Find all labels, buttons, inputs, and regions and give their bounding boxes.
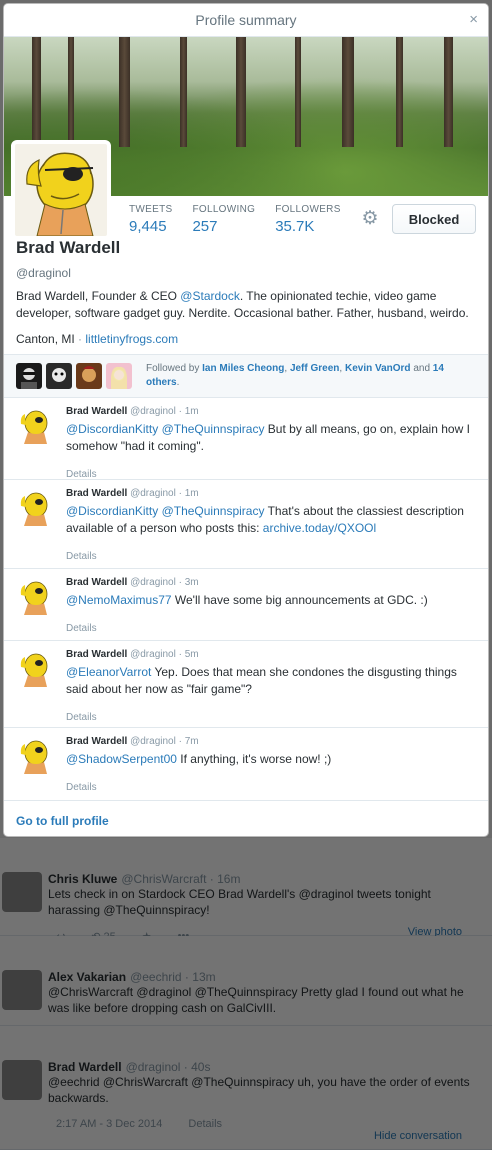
follower-link[interactable]: Jeff Green [290, 363, 339, 374]
stat-following[interactable]: FOLLOWING 257 [192, 204, 256, 235]
profile-summary-modal: Profile summary × TWEETS 9,445 FOLLOWING… [3, 3, 489, 837]
tweet-details-link[interactable]: Details [66, 623, 476, 634]
blocked-button[interactable]: Blocked [392, 204, 476, 234]
modal-header: Profile summary × [4, 4, 488, 37]
mention-link[interactable]: @EleanorVarrot [66, 665, 151, 679]
archive-link[interactable]: archive.today/QXOOl [263, 521, 376, 535]
tweet-list: Brad Wardell @draginol · 1m @DiscordianK… [4, 398, 488, 801]
tweet-details-link[interactable]: Details [66, 782, 476, 793]
stat-label: TWEETS [129, 204, 173, 215]
tweet-text: Lets check in on Stardock CEO Brad Warde… [48, 887, 431, 917]
tweet-details-link[interactable]: Details [66, 712, 476, 723]
profile-meta: Canton, MI · littletinyfrogs.com [16, 332, 179, 346]
mention-link[interactable]: @TheQuinnspiracy [162, 504, 265, 518]
profile-avatar-image [15, 144, 107, 236]
tweet-text: @EleanorVarrot Yep. Does that mean she c… [66, 665, 457, 696]
tweet-header: Brad Wardell @draginol · 5m [66, 649, 199, 660]
tweet-details-link[interactable]: Details [66, 551, 476, 562]
stat-label: FOLLOWING [192, 204, 256, 215]
avatar[interactable] [16, 363, 42, 389]
stat-followers[interactable]: FOLLOWERS 35.7K [275, 204, 341, 235]
mention-link[interactable]: @TheQuinnspiracy [162, 422, 265, 436]
tweet-text: @eechrid @ChrisWarcraft @TheQuinnspiracy… [48, 1075, 470, 1105]
tweet-header: Chris Kluwe @ChrisWarcraft · 16m [48, 872, 241, 886]
background-timeline: Chris Kluwe @ChrisWarcraft · 16m Lets che… [0, 838, 492, 1150]
background-tweet: Alex Vakarian @eechrid · 13m @ChrisWarcra… [0, 936, 492, 1026]
tweet-meta: 2:17 AM - 3 Dec 2014 Details [56, 1118, 223, 1130]
tweet-text: @ChrisWarcraft @draginol @TheQuinnspirac… [48, 985, 464, 1015]
tweet-header: Brad Wardell @draginol · 3m [66, 577, 199, 588]
avatar [2, 872, 42, 912]
hide-conversation-link: Hide conversation [373, 1130, 462, 1142]
close-icon[interactable]: × [469, 4, 478, 36]
tweet-header: Brad Wardell @draginol · 1m [66, 488, 199, 499]
profile-actions: ⚙ Blocked [360, 204, 476, 234]
avatar[interactable] [76, 363, 102, 389]
followed-by-text: Followed by Ian Miles Cheong, Jeff Green… [146, 363, 444, 388]
avatar[interactable] [16, 490, 52, 526]
stat-value: 35.7K [275, 218, 315, 235]
mention-link[interactable]: @Stardock [180, 289, 240, 303]
avatar [2, 970, 42, 1010]
followers-avatars [16, 363, 132, 389]
tweet-header: Alex Vakarian @eechrid · 13m [48, 970, 216, 984]
stat-value: 9,445 [129, 218, 167, 235]
followed-by-bar: Followed by Ian Miles Cheong, Jeff Green… [4, 354, 488, 398]
stat-value: 257 [192, 218, 218, 235]
profile-handle[interactable]: @draginol [16, 266, 476, 280]
profile-name[interactable]: Brad Wardell [16, 238, 476, 258]
mention-link[interactable]: @DiscordianKitty [66, 504, 158, 518]
avatar[interactable] [106, 363, 132, 389]
tweet[interactable]: Brad Wardell @draginol · 5m @EleanorVarr… [4, 641, 488, 728]
background-tweet: Brad Wardell @draginol · 40s @eechrid @Ch… [0, 1026, 492, 1150]
stat-tweets[interactable]: TWEETS 9,445 [129, 204, 173, 235]
modal-title: Profile summary [195, 12, 297, 28]
tweet-header: Brad Wardell @draginol · 7m [66, 736, 199, 747]
tweet-text: @DiscordianKitty @TheQuinnspiracy That's… [66, 504, 464, 535]
tweet-text: @NemoMaximus77 We'll have some big annou… [66, 593, 428, 607]
follower-link[interactable]: Kevin VanOrd [345, 363, 411, 374]
profile-website-link[interactable]: littletinyfrogs.com [85, 332, 178, 346]
avatar[interactable] [46, 363, 72, 389]
profile-location: Canton, MI [16, 332, 75, 346]
avatar[interactable] [16, 408, 52, 444]
tweet[interactable]: Brad Wardell @draginol · 1m @DiscordianK… [4, 398, 488, 480]
mention-link[interactable]: @ShadowSerpent00 [66, 752, 177, 766]
tweet-text: @ShadowSerpent00 If anything, it's worse… [66, 752, 332, 766]
tweet-details-link[interactable]: Details [66, 469, 476, 480]
go-to-full-profile-link[interactable]: Go to full profile [4, 801, 488, 836]
avatar[interactable] [11, 140, 111, 240]
stat-label: FOLLOWERS [275, 204, 341, 215]
gear-icon[interactable]: ⚙ [360, 209, 380, 229]
tweet[interactable]: Brad Wardell @draginol · 3m @NemoMaximus… [4, 569, 488, 641]
avatar [2, 1060, 42, 1100]
background-tweet: Chris Kluwe @ChrisWarcraft · 16m Lets che… [0, 838, 492, 943]
profile-card: TWEETS 9,445 FOLLOWING 257 FOLLOWERS 35.… [4, 140, 488, 346]
tweet-header: Brad Wardell @draginol · 1m [66, 406, 199, 417]
tweet-text: @DiscordianKitty @TheQuinnspiracy But by… [66, 422, 470, 453]
mention-link[interactable]: @NemoMaximus77 [66, 593, 172, 607]
tweet[interactable]: Brad Wardell @draginol · 1m @DiscordianK… [4, 480, 488, 569]
avatar[interactable] [16, 579, 52, 615]
avatar[interactable] [16, 738, 52, 774]
mention-link[interactable]: @DiscordianKitty [66, 422, 158, 436]
tweet[interactable]: Brad Wardell @draginol · 7m @ShadowSerpe… [4, 728, 488, 801]
profile-bio: Brad Wardell, Founder & CEO @Stardock. T… [16, 289, 469, 320]
tweet-header: Brad Wardell @draginol · 40s [48, 1060, 211, 1074]
follower-link[interactable]: Ian Miles Cheong [202, 363, 284, 374]
avatar[interactable] [16, 651, 52, 687]
